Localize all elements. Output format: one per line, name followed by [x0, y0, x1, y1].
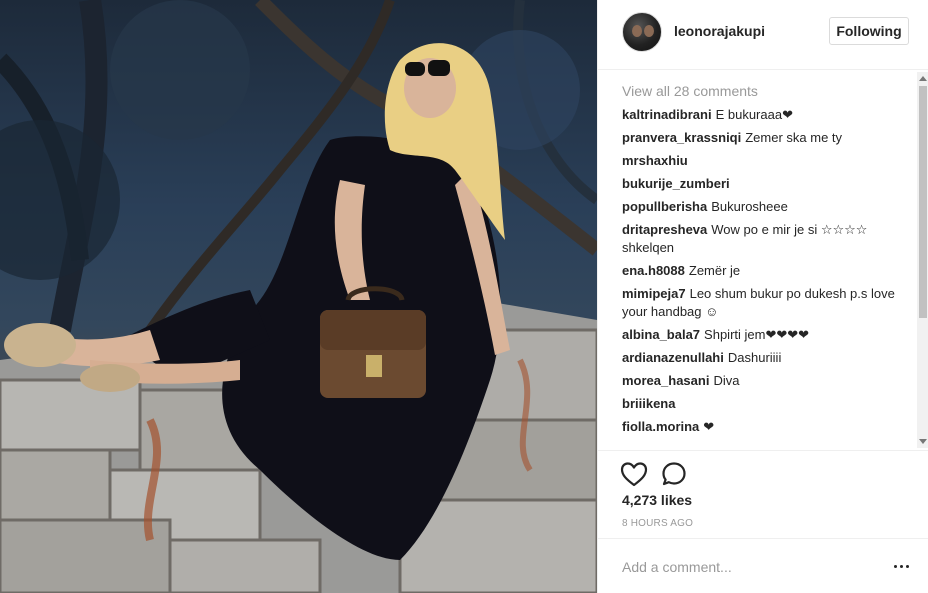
- comment-icon[interactable]: [661, 461, 687, 487]
- post-photo[interactable]: [0, 0, 597, 593]
- comment-item: mrshaxhiu: [622, 152, 906, 170]
- avatar[interactable]: [622, 12, 662, 52]
- photo-illustration: [0, 0, 597, 593]
- add-comment-input[interactable]: [622, 557, 872, 577]
- scroll-thumb[interactable]: [919, 86, 927, 318]
- avatar-face: [632, 25, 642, 37]
- comment-item: ena.h8088 Zemër je: [622, 262, 906, 280]
- comment-item: bukurije_zumberi: [622, 175, 906, 193]
- comments-list: View all 28 comments kaltrinadibrani E bu…: [622, 82, 906, 450]
- comment-text: ❤: [703, 419, 715, 434]
- dot: [906, 565, 909, 568]
- comment-author-link[interactable]: bukurije_zumberi: [622, 176, 730, 191]
- comment-text: Dashuriiii: [727, 350, 782, 365]
- likes-count[interactable]: 4,273 likes: [622, 492, 692, 508]
- post-sidebar: leonorajakupi Following View all 28 comm…: [597, 0, 928, 593]
- comment-author-link[interactable]: pranvera_krassniqi: [622, 130, 741, 145]
- comment-author-link[interactable]: albina_bala7: [622, 327, 700, 342]
- comment-author-link[interactable]: mimipeja7: [622, 286, 686, 301]
- comment-item: albina_bala7 Shpirti jem❤❤❤❤: [622, 326, 906, 344]
- more-options-icon[interactable]: [894, 565, 910, 569]
- comment-author-link[interactable]: fiolla.morina: [622, 419, 699, 434]
- heart-icon[interactable]: [620, 461, 648, 487]
- comment-item: dritapresheva Wow po e mir je si ☆☆☆☆ shk…: [622, 221, 906, 257]
- dot: [894, 565, 897, 568]
- comment-author-link[interactable]: ena.h8088: [622, 263, 685, 278]
- comment-author-link[interactable]: popullberisha: [622, 199, 707, 214]
- scroll-up-icon[interactable]: [919, 76, 927, 81]
- comments-scrollbar[interactable]: [917, 72, 928, 448]
- post-timestamp[interactable]: 8 HOURS AGO: [622, 518, 693, 529]
- post-header: leonorajakupi Following: [598, 0, 928, 70]
- comment-item: kaltrinadibrani E bukuraaa❤: [622, 106, 906, 124]
- comment-author-link[interactable]: morea_hasani: [622, 373, 709, 388]
- username-link[interactable]: leonorajakupi: [674, 23, 765, 39]
- comment-item: morea_hasani Diva: [622, 372, 906, 390]
- comment-text: Bukurosheee: [711, 199, 788, 214]
- comment-text: Zemër je: [688, 263, 741, 278]
- following-button[interactable]: Following: [829, 17, 909, 45]
- comment-author-link[interactable]: mrshaxhiu: [622, 153, 688, 168]
- comment-item: popullberisha Bukurosheee: [622, 198, 906, 216]
- comment-text: Diva: [713, 373, 740, 388]
- post-actions: 4,273 likes 8 HOURS AGO: [598, 450, 928, 540]
- comment-item: ardianazenullahi Dashuriiii: [622, 349, 906, 367]
- comment-text: Zemer ska me ty: [745, 130, 843, 145]
- comment-container: kaltrinadibrani E bukuraaa❤ pranvera_krass…: [622, 106, 906, 436]
- comment-text: Shpirti jem❤❤❤❤: [704, 327, 810, 342]
- comment-text: E bukuraaa❤: [715, 107, 793, 122]
- add-comment-section: [598, 538, 928, 593]
- avatar-face: [644, 25, 654, 37]
- comment-author-link[interactable]: dritapresheva: [622, 222, 707, 237]
- view-all-comments-link[interactable]: View all 28 comments: [622, 82, 906, 100]
- comment-author-link[interactable]: kaltrinadibrani: [622, 107, 712, 122]
- comment-author-link[interactable]: briiikena: [622, 396, 675, 411]
- comment-item: pranvera_krassniqi Zemer ska me ty: [622, 129, 906, 147]
- comment-author-link[interactable]: ardianazenullahi: [622, 350, 724, 365]
- scroll-down-icon[interactable]: [919, 439, 927, 444]
- comment-item: fiolla.morina ❤: [622, 418, 906, 436]
- comment-item: mimipeja7 Leo shum bukur po dukesh p.s lo…: [622, 285, 906, 321]
- dot: [900, 565, 903, 568]
- comment-item: briiikena: [622, 395, 906, 413]
